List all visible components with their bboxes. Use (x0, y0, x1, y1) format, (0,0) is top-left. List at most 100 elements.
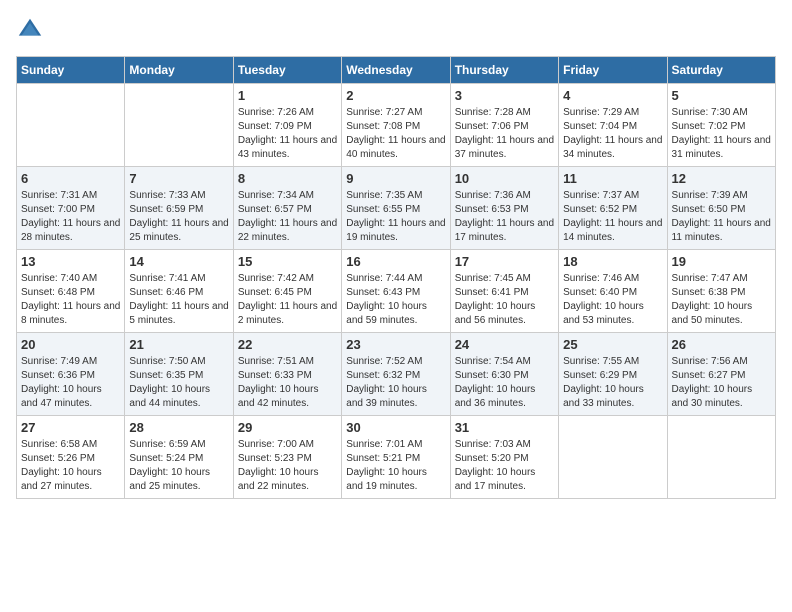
day-number: 16 (346, 254, 445, 269)
col-header-thursday: Thursday (450, 57, 558, 84)
day-info: Sunrise: 7:54 AMSunset: 6:30 PMDaylight:… (455, 355, 554, 411)
day-cell: 10Sunrise: 7:36 AMSunset: 6:53 PMDayligh… (450, 167, 558, 250)
day-cell: 5 Sunrise: 7:30 AMSunset: 7:02 PMDaylight… (667, 84, 775, 167)
day-cell: 15 Sunrise: 7:42 AMSunset: 6:45 PMDayligh… (233, 250, 341, 333)
calendar-table: SundayMondayTuesdayWednesdayThursdayFrid… (16, 56, 776, 499)
day-number: 4 (563, 88, 662, 103)
day-info: Sunrise: 7:27 AMSunset: 7:08 PMDaylight:… (346, 106, 445, 162)
day-number: 27 (21, 420, 120, 435)
day-cell: 12 Sunrise: 7:39 AMSunset: 6:50 PMDayligh… (667, 167, 775, 250)
day-number: 5 (672, 88, 771, 103)
day-number: 31 (455, 420, 554, 435)
day-number: 19 (672, 254, 771, 269)
day-info: Sunrise: 7:44 AMSunset: 6:43 PMDaylight:… (346, 272, 445, 328)
day-info: Sunrise: 7:55 AMSunset: 6:29 PMDaylight:… (563, 355, 662, 411)
day-info: Sunrise: 6:59 AMSunset: 5:24 PMDaylight:… (129, 438, 228, 494)
day-info: Sunrise: 7:29 AMSunset: 7:04 PMDaylight:… (563, 106, 662, 162)
day-cell: 29Sunrise: 7:00 AMSunset: 5:23 PMDayligh… (233, 416, 341, 499)
day-number: 18 (563, 254, 662, 269)
day-number: 6 (21, 171, 120, 186)
logo-icon (16, 16, 44, 44)
day-cell: 2 Sunrise: 7:27 AMSunset: 7:08 PMDaylight… (342, 84, 450, 167)
day-cell: 22Sunrise: 7:51 AMSunset: 6:33 PMDayligh… (233, 333, 341, 416)
page-header (16, 16, 776, 44)
day-info: Sunrise: 7:28 AMSunset: 7:06 PMDaylight:… (455, 106, 554, 162)
day-number: 12 (672, 171, 771, 186)
day-number: 7 (129, 171, 228, 186)
day-info: Sunrise: 7:30 AMSunset: 7:02 PMDaylight:… (672, 106, 771, 162)
day-number: 3 (455, 88, 554, 103)
day-cell: 28 Sunrise: 6:59 AMSunset: 5:24 PMDayligh… (125, 416, 233, 499)
col-header-tuesday: Tuesday (233, 57, 341, 84)
day-number: 15 (238, 254, 337, 269)
day-info: Sunrise: 7:26 AMSunset: 7:09 PMDaylight:… (238, 106, 337, 162)
col-header-friday: Friday (559, 57, 667, 84)
col-header-monday: Monday (125, 57, 233, 84)
week-row-4: 20 Sunrise: 7:49 AMSunset: 6:36 PMDayligh… (17, 333, 776, 416)
day-info: Sunrise: 7:41 AMSunset: 6:46 PMDaylight:… (129, 272, 228, 328)
day-info: Sunrise: 7:49 AMSunset: 6:36 PMDaylight:… (21, 355, 120, 411)
day-info: Sunrise: 6:58 AMSunset: 5:26 PMDaylight:… (21, 438, 120, 494)
day-info: Sunrise: 7:50 AMSunset: 6:35 PMDaylight:… (129, 355, 228, 411)
day-number: 26 (672, 337, 771, 352)
week-row-2: 6 Sunrise: 7:31 AMSunset: 7:00 PMDaylight… (17, 167, 776, 250)
day-cell (667, 416, 775, 499)
day-cell: 23 Sunrise: 7:52 AMSunset: 6:32 PMDayligh… (342, 333, 450, 416)
day-info: Sunrise: 7:01 AMSunset: 5:21 PMDaylight:… (346, 438, 445, 494)
day-number: 23 (346, 337, 445, 352)
day-info: Sunrise: 7:31 AMSunset: 7:00 PMDaylight:… (21, 189, 120, 245)
day-cell: 27 Sunrise: 6:58 AMSunset: 5:26 PMDayligh… (17, 416, 125, 499)
day-number: 11 (563, 171, 662, 186)
day-info: Sunrise: 7:37 AMSunset: 6:52 PMDaylight:… (563, 189, 662, 245)
day-cell: 18 Sunrise: 7:46 AMSunset: 6:40 PMDayligh… (559, 250, 667, 333)
day-number: 13 (21, 254, 120, 269)
col-header-sunday: Sunday (17, 57, 125, 84)
day-number: 1 (238, 88, 337, 103)
day-info: Sunrise: 7:52 AMSunset: 6:32 PMDaylight:… (346, 355, 445, 411)
week-row-1: 1 Sunrise: 7:26 AMSunset: 7:09 PMDaylight… (17, 84, 776, 167)
day-info: Sunrise: 7:34 AMSunset: 6:57 PMDaylight:… (238, 189, 337, 245)
day-info: Sunrise: 7:40 AMSunset: 6:48 PMDaylight:… (21, 272, 120, 328)
day-number: 20 (21, 337, 120, 352)
week-row-3: 13 Sunrise: 7:40 AMSunset: 6:48 PMDayligh… (17, 250, 776, 333)
day-number: 2 (346, 88, 445, 103)
day-cell: 31Sunrise: 7:03 AMSunset: 5:20 PMDayligh… (450, 416, 558, 499)
day-cell (17, 84, 125, 167)
day-cell: 21 Sunrise: 7:50 AMSunset: 6:35 PMDayligh… (125, 333, 233, 416)
day-number: 17 (455, 254, 554, 269)
day-cell: 24Sunrise: 7:54 AMSunset: 6:30 PMDayligh… (450, 333, 558, 416)
day-cell: 30 Sunrise: 7:01 AMSunset: 5:21 PMDayligh… (342, 416, 450, 499)
day-number: 28 (129, 420, 228, 435)
day-info: Sunrise: 7:42 AMSunset: 6:45 PMDaylight:… (238, 272, 337, 328)
col-header-wednesday: Wednesday (342, 57, 450, 84)
day-info: Sunrise: 7:51 AMSunset: 6:33 PMDaylight:… (238, 355, 337, 411)
day-info: Sunrise: 7:47 AMSunset: 6:38 PMDaylight:… (672, 272, 771, 328)
day-cell: 9Sunrise: 7:35 AMSunset: 6:55 PMDaylight… (342, 167, 450, 250)
col-header-saturday: Saturday (667, 57, 775, 84)
day-cell: 14Sunrise: 7:41 AMSunset: 6:46 PMDayligh… (125, 250, 233, 333)
header-row: SundayMondayTuesdayWednesdayThursdayFrid… (17, 57, 776, 84)
day-cell: 17 Sunrise: 7:45 AMSunset: 6:41 PMDayligh… (450, 250, 558, 333)
day-number: 25 (563, 337, 662, 352)
day-cell: 16 Sunrise: 7:44 AMSunset: 6:43 PMDayligh… (342, 250, 450, 333)
day-cell: 4 Sunrise: 7:29 AMSunset: 7:04 PMDaylight… (559, 84, 667, 167)
day-info: Sunrise: 7:36 AMSunset: 6:53 PMDaylight:… (455, 189, 554, 245)
day-number: 30 (346, 420, 445, 435)
day-cell: 26 Sunrise: 7:56 AMSunset: 6:27 PMDayligh… (667, 333, 775, 416)
day-cell: 1 Sunrise: 7:26 AMSunset: 7:09 PMDaylight… (233, 84, 341, 167)
day-info: Sunrise: 7:35 AMSunset: 6:55 PMDaylight:… (346, 189, 445, 245)
day-cell (559, 416, 667, 499)
day-info: Sunrise: 7:33 AMSunset: 6:59 PMDaylight:… (129, 189, 228, 245)
day-cell: 8 Sunrise: 7:34 AMSunset: 6:57 PMDaylight… (233, 167, 341, 250)
day-info: Sunrise: 7:46 AMSunset: 6:40 PMDaylight:… (563, 272, 662, 328)
day-cell: 13 Sunrise: 7:40 AMSunset: 6:48 PMDayligh… (17, 250, 125, 333)
day-cell: 3 Sunrise: 7:28 AMSunset: 7:06 PMDaylight… (450, 84, 558, 167)
day-info: Sunrise: 7:56 AMSunset: 6:27 PMDaylight:… (672, 355, 771, 411)
day-number: 21 (129, 337, 228, 352)
day-cell: 25 Sunrise: 7:55 AMSunset: 6:29 PMDayligh… (559, 333, 667, 416)
day-cell: 19 Sunrise: 7:47 AMSunset: 6:38 PMDayligh… (667, 250, 775, 333)
day-info: Sunrise: 7:39 AMSunset: 6:50 PMDaylight:… (672, 189, 771, 245)
day-info: Sunrise: 7:00 AMSunset: 5:23 PMDaylight:… (238, 438, 337, 494)
day-info: Sunrise: 7:45 AMSunset: 6:41 PMDaylight:… (455, 272, 554, 328)
day-number: 8 (238, 171, 337, 186)
